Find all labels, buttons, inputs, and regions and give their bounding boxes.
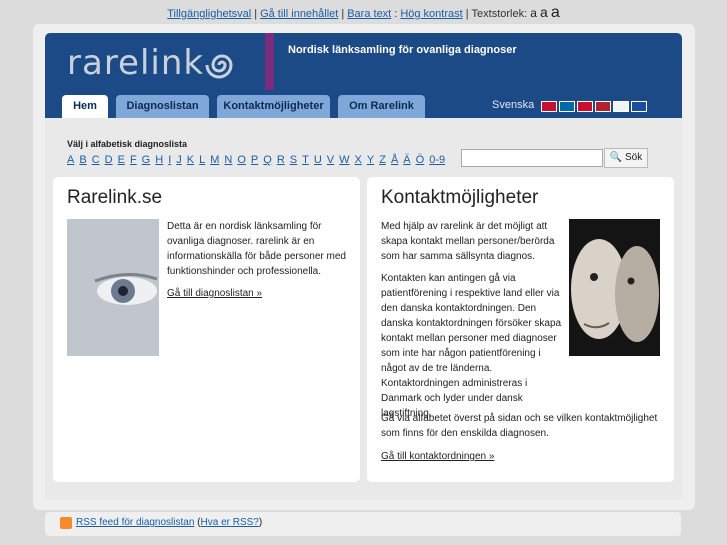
- magnifier-icon: 🔍: [609, 152, 623, 163]
- letter-link[interactable]: Å: [391, 154, 398, 166]
- contact-guide-text: Gå via alfabetet överst på sidan och se …: [381, 413, 658, 439]
- accessibility-bar: Tillgänglighetsval | Gå till innehållet | Ba…: [0, 0, 727, 24]
- flag-iceland-icon[interactable]: [631, 101, 647, 112]
- letter-link[interactable]: H: [155, 154, 163, 166]
- tab-diagnoslistan[interactable]: Diagnoslistan: [116, 95, 209, 118]
- tab-kontaktmojligheter[interactable]: Kontaktmöjligheter: [217, 95, 330, 118]
- faces-photo-image: [569, 219, 660, 356]
- language-label: Svenska: [492, 99, 535, 111]
- letter-link[interactable]: W: [339, 154, 349, 166]
- letter-link[interactable]: D: [105, 154, 113, 166]
- letter-link[interactable]: E: [118, 154, 125, 166]
- contact-card: Kontaktmöjligheter Med hjälp av rarelink…: [367, 177, 674, 482]
- separator: |: [254, 8, 258, 20]
- logo-divider: [265, 33, 274, 90]
- intro-title: Rarelink.se: [67, 187, 163, 208]
- search-button-label: Sök: [625, 152, 643, 163]
- flag-denmark-icon[interactable]: [541, 101, 557, 112]
- skip-to-content-link[interactable]: Gå till innehållet: [260, 8, 338, 20]
- text-size-large-button[interactable]: a: [551, 4, 560, 21]
- flag-denmark-icon[interactable]: [577, 101, 593, 112]
- tab-hem[interactable]: Hem: [62, 95, 108, 118]
- letter-link[interactable]: C: [92, 154, 100, 166]
- flag-norway-icon[interactable]: [595, 101, 611, 112]
- letter-link[interactable]: L: [199, 154, 205, 166]
- letter-link[interactable]: P: [251, 154, 258, 166]
- letter-link[interactable]: Y: [367, 154, 374, 166]
- text-size-options: a a a: [530, 4, 560, 21]
- separator: |: [465, 8, 469, 20]
- alphabet-title: Välj i alfabetisk diagnoslista: [67, 139, 188, 149]
- letter-link[interactable]: B: [79, 154, 86, 166]
- letter-link[interactable]: K: [187, 154, 194, 166]
- site-tagline: Nordisk länksamling för ovanliga diagnos…: [288, 44, 517, 56]
- flag-sweden-icon[interactable]: [559, 101, 575, 112]
- letter-link[interactable]: F: [130, 154, 137, 166]
- letter-link[interactable]: O: [237, 154, 246, 166]
- text-size-small-button[interactable]: a: [530, 6, 537, 20]
- separator: |: [341, 8, 345, 20]
- contact-description-text: Kontakten kan antingen gå via patientför…: [381, 273, 562, 419]
- contact-intro-text: Med hjälp av rarelink är det möjligt att…: [381, 221, 555, 262]
- letter-link[interactable]: S: [290, 154, 297, 166]
- separator: :: [394, 8, 398, 20]
- diagnosis-list-link[interactable]: Gå till diagnoslistan »: [167, 286, 262, 301]
- site-header: rarelink Nordisk länksamling för ovanlig…: [45, 33, 682, 118]
- accessibility-link[interactable]: Tillgänglighetsval: [167, 8, 251, 20]
- search-input[interactable]: [461, 149, 603, 167]
- flag-finland-icon[interactable]: [613, 101, 629, 112]
- contact-scheme-link[interactable]: Gå till kontaktordningen »: [381, 449, 494, 464]
- intro-text: Detta är en nordisk länksamling för ovan…: [167, 221, 346, 277]
- tab-om-rarelink[interactable]: Om Rarelink: [338, 95, 425, 118]
- rss-icon[interactable]: [60, 517, 72, 529]
- letter-link[interactable]: A: [67, 154, 74, 166]
- letter-link[interactable]: M: [210, 154, 219, 166]
- letter-link[interactable]: T: [302, 154, 309, 166]
- search-button[interactable]: 🔍 Sök: [604, 148, 648, 168]
- letter-link[interactable]: Z: [379, 154, 386, 166]
- text-size-label: Textstorlek:: [471, 8, 528, 20]
- letter-link[interactable]: R: [277, 154, 285, 166]
- contact-title: Kontaktmöjligheter: [381, 187, 539, 208]
- letter-link[interactable]: G: [142, 154, 151, 166]
- letter-link[interactable]: Ä: [403, 154, 410, 166]
- high-contrast-link[interactable]: Hög kontrast: [400, 8, 462, 20]
- text-size-medium-button[interactable]: a: [540, 4, 548, 20]
- rss-row: RSS feed för diagnoslistan (Hva er RSS?): [76, 517, 263, 528]
- letter-link[interactable]: N: [224, 154, 232, 166]
- rss-feed-link[interactable]: RSS feed för diagnoslistan: [76, 517, 194, 528]
- rss-help-link[interactable]: Hva er RSS?: [201, 517, 259, 528]
- letter-link[interactable]: J: [176, 154, 182, 166]
- letter-link[interactable]: Q: [263, 154, 272, 166]
- letter-link[interactable]: I: [168, 154, 171, 166]
- eye-photo-image: [67, 219, 159, 356]
- text-only-link[interactable]: Bara text: [347, 8, 391, 20]
- logo-text[interactable]: rarelink: [67, 43, 204, 83]
- letter-link[interactable]: 0-9: [429, 154, 445, 166]
- letter-link[interactable]: Ö: [416, 154, 425, 166]
- letter-link[interactable]: U: [314, 154, 322, 166]
- alphabet-index: A B C D E F G H I J K L M N O P Q R S T U V W X Y Z Å Ä Ö 0-9: [67, 154, 450, 166]
- letter-link[interactable]: V: [327, 154, 334, 166]
- spiral-logo-icon: [205, 54, 233, 79]
- intro-card: Rarelink.se Detta är en nordisk länksaml…: [53, 177, 360, 482]
- letter-link[interactable]: X: [355, 154, 362, 166]
